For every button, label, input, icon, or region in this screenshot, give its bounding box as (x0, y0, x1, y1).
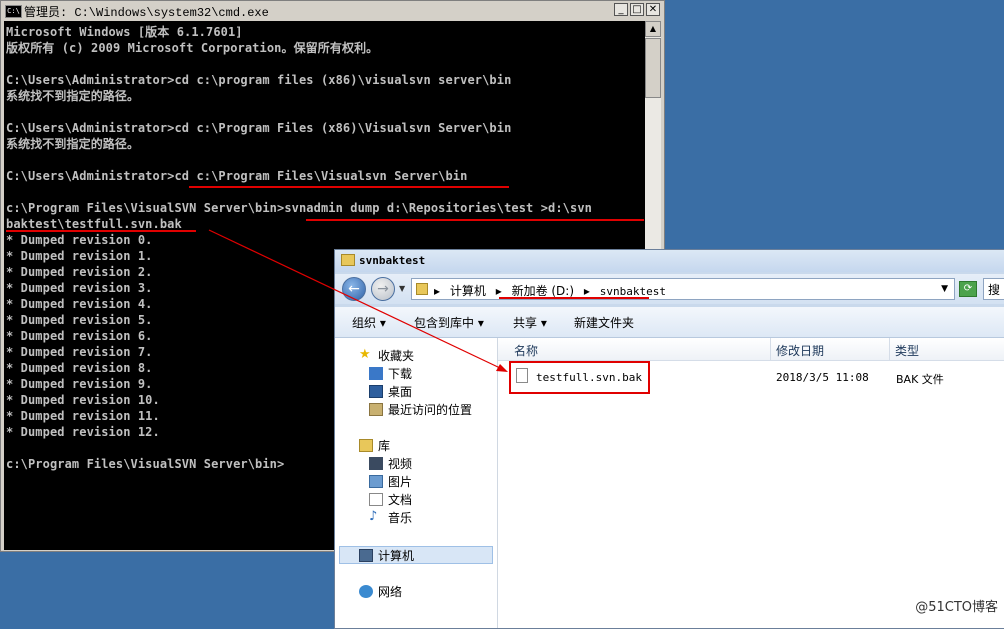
watermark: @51CTO博客 (915, 600, 998, 615)
annotation-arrow (208, 229, 508, 372)
